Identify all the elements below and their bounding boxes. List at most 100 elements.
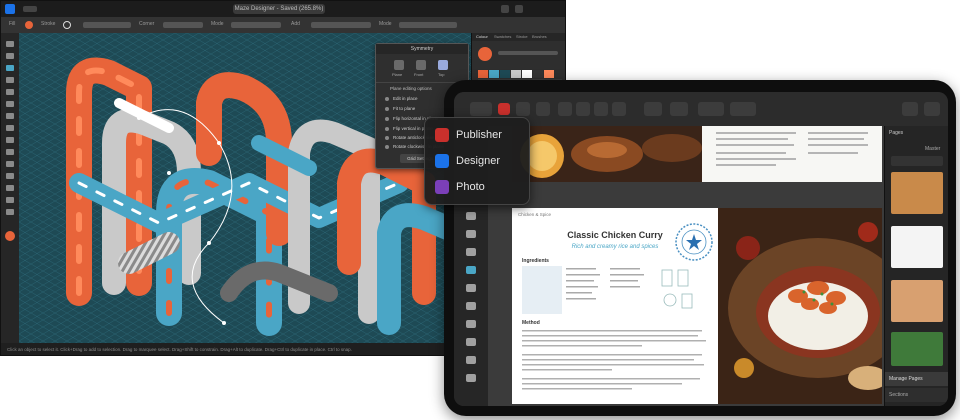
pages-title: Pages <box>889 130 904 136</box>
brush-tool-icon[interactable] <box>6 89 14 95</box>
toolbar-label: Corner <box>139 21 155 27</box>
tab-swatches[interactable]: Swatches <box>494 34 511 39</box>
top-cube-icon[interactable] <box>438 60 448 70</box>
move-tool-icon[interactable] <box>6 41 14 47</box>
fill-tool-icon[interactable] <box>6 101 14 107</box>
toolbar-label: Add <box>291 21 300 27</box>
switch-to-publisher[interactable]: Publisher <box>435 126 502 144</box>
opacity-slider[interactable] <box>498 51 558 55</box>
node-tool-icon[interactable] <box>6 53 14 59</box>
tab-stroke[interactable]: Stroke <box>516 34 528 39</box>
view-tool-icon[interactable] <box>6 197 14 203</box>
document-spread[interactable]: Chicken & Spice Classic Chicken Curry Ri… <box>512 208 882 404</box>
settings-button[interactable] <box>902 102 918 116</box>
node-tool-button[interactable] <box>576 102 590 116</box>
page-thumbnail[interactable] <box>891 332 943 366</box>
pen-tool-icon[interactable] <box>466 212 476 220</box>
text-tool-icon[interactable] <box>6 173 14 179</box>
menu-button[interactable] <box>516 102 530 116</box>
pages-panel: Pages Master Manage Pages Sections <box>884 126 948 406</box>
publisher-persona-icon[interactable] <box>498 103 510 115</box>
primary-colour-swatch[interactable] <box>478 47 492 61</box>
tab-front[interactable]: Front <box>414 72 423 77</box>
zoom-tool-icon[interactable] <box>466 374 476 382</box>
page-thumbnail[interactable] <box>891 280 943 322</box>
symmetry-panel-title: Symmetry <box>376 44 468 54</box>
publisher-canvas[interactable]: Chicken & Spice Classic Chicken Curry Ri… <box>488 126 884 406</box>
menu-button[interactable] <box>23 6 37 12</box>
move-tool-button[interactable] <box>558 102 572 116</box>
context-button[interactable] <box>730 102 756 116</box>
context-button[interactable] <box>698 102 724 116</box>
window-button[interactable] <box>501 5 509 13</box>
pages-toolbar[interactable] <box>891 156 943 166</box>
fill-colour-icon[interactable] <box>5 231 15 241</box>
panel-tabs: Colour Swatches Stroke Brushes <box>472 33 565 41</box>
crop-tool-icon[interactable] <box>466 284 476 292</box>
plane-cube-icon[interactable] <box>394 60 404 70</box>
front-cube-icon[interactable] <box>416 60 426 70</box>
insert-button[interactable] <box>644 102 662 116</box>
switch-to-photo[interactable]: Photo <box>435 178 485 196</box>
toolbar-label: Mode <box>211 21 224 27</box>
document-title: Maze Designer - Saved (265.8%) <box>233 4 325 14</box>
documents-button[interactable] <box>470 102 492 116</box>
manage-pages-button[interactable]: Manage Pages <box>885 372 948 386</box>
rectangle-tool-icon[interactable] <box>6 137 14 143</box>
switcher-label: Photo <box>456 181 485 193</box>
zoom-tool-icon[interactable] <box>6 185 14 191</box>
more-button[interactable] <box>536 102 550 116</box>
toolbar-label: Fill <box>9 21 16 27</box>
arrange-button[interactable] <box>612 102 626 116</box>
option-fit-to-plane[interactable]: Fit to plane <box>385 106 415 111</box>
boolean-button[interactable] <box>670 102 688 116</box>
option-edit-in-place[interactable]: Edit in place <box>385 96 418 101</box>
mode-dropdown[interactable] <box>231 22 281 28</box>
options-heading: Plane editing options <box>390 86 432 91</box>
designer-icon <box>435 154 449 168</box>
page-thumbnail[interactable] <box>891 226 943 268</box>
designer-tools-panel <box>1 33 20 343</box>
tab-colour[interactable]: Colour <box>476 34 488 39</box>
curry-photo <box>718 208 882 404</box>
eyedropper-tool-icon[interactable] <box>466 338 476 346</box>
help-button[interactable] <box>924 102 940 116</box>
picture-frame-tool-icon[interactable] <box>466 266 476 274</box>
table-tool-icon[interactable] <box>466 248 476 256</box>
breadcrumb: Chicken & Spice <box>518 212 552 217</box>
affinity-designer-icon[interactable] <box>5 4 15 14</box>
frame-text-tool-icon[interactable] <box>466 230 476 238</box>
transparency-tool-icon[interactable] <box>6 113 14 119</box>
pencil-tool-icon[interactable] <box>6 77 14 83</box>
fill-tool-icon[interactable] <box>466 320 476 328</box>
tab-brushes[interactable]: Brushes <box>532 34 547 39</box>
sections-button[interactable]: Sections <box>885 388 948 402</box>
pen-tool-icon[interactable] <box>6 65 14 71</box>
stroke-swatch[interactable] <box>63 21 71 29</box>
window-button[interactable] <box>515 5 523 13</box>
ingredients-text <box>566 268 693 309</box>
rectangle-tool-icon[interactable] <box>466 302 476 310</box>
corner-dropdown[interactable] <box>163 22 203 28</box>
hand-tool-icon[interactable] <box>466 356 476 364</box>
option-icon <box>385 116 389 121</box>
align-button[interactable] <box>594 102 608 116</box>
shape-tool-icon[interactable] <box>6 161 14 167</box>
tab-top[interactable]: Top <box>438 72 444 77</box>
mode-dropdown[interactable] <box>399 22 457 28</box>
switcher-label: Designer <box>456 155 501 167</box>
ellipse-tool-icon[interactable] <box>6 149 14 155</box>
tab-plane[interactable]: Plane <box>392 72 402 77</box>
option-icon <box>385 126 389 131</box>
crop-tool-icon[interactable] <box>6 125 14 131</box>
switch-to-designer[interactable]: Designer <box>435 152 500 170</box>
swatch-strip[interactable] <box>478 70 562 78</box>
slice-tool-icon[interactable] <box>6 209 14 215</box>
stroke-width-slider[interactable] <box>83 22 131 28</box>
app-switcher-popup: Publisher Designer Photo <box>424 117 530 205</box>
switcher-label: Publisher <box>456 129 502 141</box>
page-thumbnail[interactable] <box>891 172 943 214</box>
fill-swatch[interactable] <box>25 21 33 29</box>
add-dropdown[interactable] <box>311 22 371 28</box>
ingredients-table <box>522 266 562 314</box>
